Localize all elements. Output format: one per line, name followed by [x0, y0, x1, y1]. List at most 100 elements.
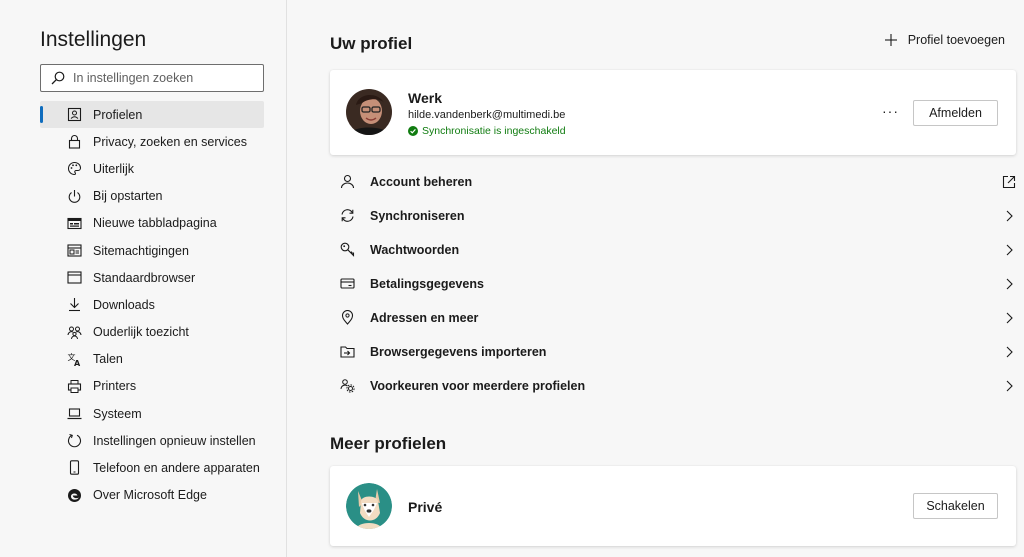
sidebar-item-over-microsoft-edge[interactable]: Over Microsoft Edge — [40, 482, 264, 509]
sidebar-item-label: Ouderlijk toezicht — [93, 325, 189, 340]
row-betalingsgegevens[interactable]: Betalingsgegevens — [330, 267, 1016, 301]
power-icon — [68, 189, 81, 203]
sidebar-item-nieuwe-tabbladpagina[interactable]: Nieuwe tabbladpagina — [40, 210, 264, 237]
profile-card-icon — [67, 107, 82, 122]
add-profile-label: Profiel toevoegen — [907, 33, 1005, 47]
sidebar-item-label: Bij opstarten — [93, 189, 163, 204]
switch-profile-button[interactable]: Schakelen — [913, 493, 998, 519]
chevron-right-icon — [1006, 380, 1013, 392]
sidebar-item-bij-opstarten[interactable]: Bij opstarten — [40, 183, 264, 210]
chevron-right-icon — [1006, 312, 1013, 324]
sidebar-item-telefoon-en-andere-apparaten[interactable]: Telefoon en andere apparaten — [40, 454, 264, 481]
sidebar-item-printers[interactable]: Printers — [40, 373, 264, 400]
profile-section-title: Uw profiel — [330, 34, 413, 53]
search-input[interactable] — [73, 71, 253, 85]
sidebar-item-ouderlijk-toezicht[interactable]: Ouderlijk toezicht — [40, 319, 264, 346]
sidebar-item-sitemachtigingen[interactable]: Sitemachtigingen — [40, 237, 264, 264]
sidebar-item-standaardbrowser[interactable]: Standaardbrowser — [40, 264, 264, 291]
family-icon — [67, 326, 82, 339]
sidebar-title: Instellingen — [40, 28, 147, 51]
current-profile-card: Werk hilde.vandenberk@multimedi.be Synch… — [330, 70, 1016, 155]
phone-icon — [69, 460, 80, 476]
profiles-settings-icon — [340, 379, 355, 393]
sidebar-item-label: Privacy, zoeken en services — [93, 134, 247, 149]
external-link-icon[interactable] — [1002, 175, 1016, 189]
search-box[interactable] — [40, 64, 264, 92]
chevron-right-icon — [1006, 244, 1013, 256]
chevron-right-icon — [1006, 346, 1013, 358]
lock-icon — [68, 135, 81, 149]
sidebar-item-label: Nieuwe tabbladpagina — [93, 216, 217, 231]
newtab-icon — [67, 217, 82, 229]
profile-email: hilde.vandenberk@multimedi.be — [408, 109, 566, 121]
main-content: Uw profiel Profiel toevoegen Werk hilde.… — [288, 0, 1024, 557]
other-profile-name: Privé — [408, 499, 443, 515]
person-icon — [340, 174, 355, 189]
chevron-right-icon — [1006, 278, 1013, 290]
row-browsergegevens-importeren[interactable]: Browsergegevens importeren — [330, 335, 1016, 369]
search-icon — [51, 71, 65, 85]
row-label: Browsergegevens importeren — [370, 345, 547, 359]
sidebar-item-label: Downloads — [93, 297, 155, 312]
sidebar-item-label: Telefoon en andere apparaten — [93, 461, 260, 476]
row-voorkeuren-meerdere-profielen[interactable]: Voorkeuren voor meerdere profielen — [330, 369, 1016, 403]
sidebar-item-label: Standaardbrowser — [93, 270, 196, 285]
more-options-button[interactable]: ··· — [882, 103, 899, 119]
credit-card-icon — [340, 278, 355, 289]
row-label: Voorkeuren voor meerdere profielen — [370, 379, 586, 393]
import-folder-icon — [340, 346, 355, 358]
sidebar-item-talen[interactable]: 文 A Talen — [40, 346, 264, 373]
sync-status-text: Synchronisatie is ingeschakeld — [422, 125, 566, 137]
row-label: Synchroniseren — [370, 209, 465, 223]
profile-name: Werk — [408, 90, 442, 106]
location-pin-icon — [341, 310, 354, 325]
row-account-beheren[interactable]: Account beheren — [330, 165, 1016, 199]
plus-icon — [884, 34, 897, 46]
language-icon: 文 A — [68, 352, 82, 367]
sidebar-item-profielen[interactable]: Profielen — [40, 101, 264, 129]
row-label: Adressen en meer — [370, 311, 479, 325]
sidebar-item-uiterlijk[interactable]: Uiterlijk — [40, 155, 264, 182]
site-permissions-icon — [67, 244, 82, 257]
avatar-photo — [346, 89, 392, 135]
sidebar-item-label: Over Microsoft Edge — [93, 488, 207, 503]
row-label: Account beheren — [370, 175, 473, 189]
sync-status: Synchronisatie is ingeschakeld — [408, 125, 566, 137]
sidebar-item-label: Sitemachtigingen — [93, 243, 189, 258]
logout-button[interactable]: Afmelden — [913, 100, 998, 126]
sidebar: Instellingen Profielen Privacy, zoeken e… — [0, 0, 287, 557]
sidebar-item-privacy[interactable]: Privacy, zoeken en services — [40, 128, 264, 155]
row-label: Wachtwoorden — [370, 243, 460, 257]
sidebar-item-systeem[interactable]: Systeem — [40, 400, 264, 427]
row-label: Betalingsgegevens — [370, 277, 484, 291]
edge-logo-icon — [68, 488, 81, 502]
svg-text:A: A — [74, 359, 81, 367]
sidebar-item-label: Printers — [93, 379, 137, 394]
printer-icon — [67, 379, 82, 393]
sidebar-item-label: Profielen — [93, 107, 143, 122]
sidebar-nav: Profielen Privacy, zoeken en services Ui… — [40, 101, 264, 509]
row-wachtwoorden[interactable]: Wachtwoorden — [330, 233, 1016, 267]
laptop-icon — [67, 408, 82, 420]
avatar — [346, 89, 392, 135]
palette-icon — [67, 162, 82, 176]
row-synchroniseren[interactable]: Synchroniseren — [330, 199, 1016, 233]
add-profile-button[interactable]: Profiel toevoegen — [884, 33, 1005, 47]
chevron-right-icon — [1006, 210, 1013, 222]
sidebar-item-label: Systeem — [93, 406, 142, 421]
sidebar-item-label: Uiterlijk — [93, 161, 134, 176]
sidebar-item-downloads[interactable]: Downloads — [40, 291, 264, 318]
more-profiles-title: Meer profielen — [330, 434, 447, 453]
sync-icon — [341, 209, 354, 222]
reset-icon — [67, 434, 82, 448]
sidebar-item-instellingen-opnieuw-instellen[interactable]: Instellingen opnieuw instellen — [40, 427, 264, 454]
sidebar-item-label: Talen — [93, 352, 123, 367]
other-profile-card: Privé Schakelen — [330, 466, 1016, 546]
check-circle-icon — [408, 126, 418, 136]
dog-avatar-icon — [346, 483, 392, 529]
sidebar-item-label: Instellingen opnieuw instellen — [93, 433, 256, 448]
key-icon — [340, 242, 355, 257]
row-adressen-en-meer[interactable]: Adressen en meer — [330, 301, 1016, 335]
download-icon — [69, 298, 80, 312]
avatar — [346, 483, 392, 529]
